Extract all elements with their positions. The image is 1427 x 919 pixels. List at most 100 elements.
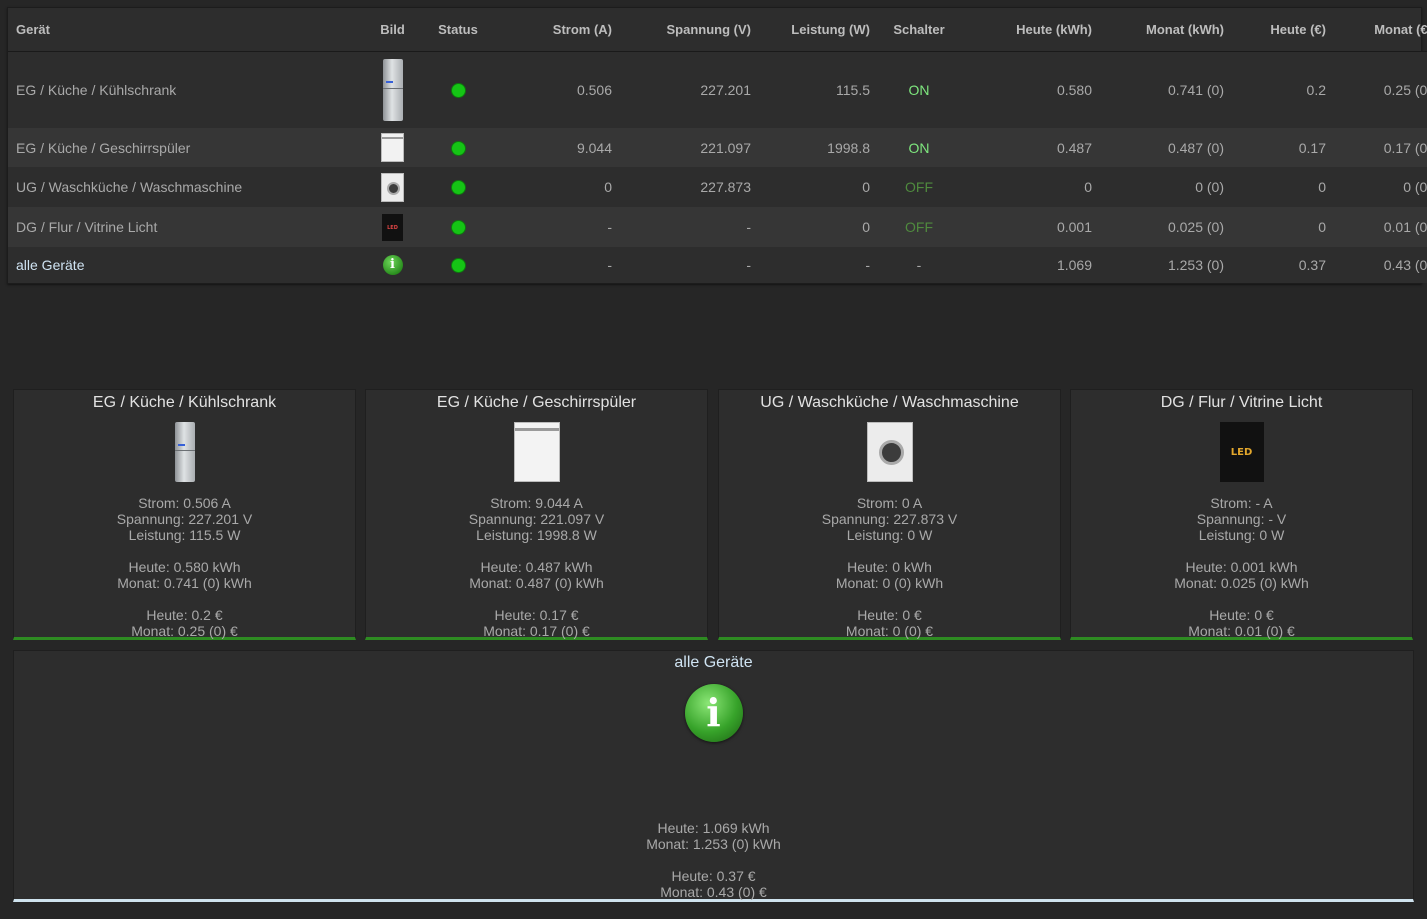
card-spannung: Spannung: - V: [1196, 511, 1287, 527]
table-row[interactable]: UG / Waschküche / Waschmaschine 0 227.87…: [8, 167, 1427, 207]
switch-toggle[interactable]: ON: [878, 51, 960, 128]
card-monat-kwh: Monat: 0.025 (0) kWh: [1174, 575, 1309, 591]
card-monat-eur: Monat: 0.43 (0) €: [660, 884, 767, 900]
leistung-value: -: [759, 247, 878, 283]
switch-toggle[interactable]: ON: [878, 128, 960, 167]
monat-kwh-value: 0 (0): [1100, 167, 1232, 207]
card-leistung: Leistung: 115.5 W: [128, 527, 241, 543]
monat-eur-value: 0.01 (0): [1334, 207, 1427, 247]
device-table: Gerät Bild Status Strom (A) Spannung (V)…: [8, 8, 1427, 283]
heute-eur-value: 0.2: [1232, 51, 1334, 128]
card-strom: Strom: 9.044 A: [490, 495, 583, 511]
dishwasher-image: [513, 422, 560, 482]
monat-eur-value: 0.25 (0): [1334, 51, 1427, 128]
card-heute-eur: Heute: 0.2 €: [146, 607, 223, 623]
card-leistung: Leistung: 1998.8 W: [476, 527, 597, 543]
card-monat-eur: Monat: 0.25 (0) €: [131, 623, 238, 639]
col-header-strom[interactable]: Strom (A): [495, 8, 620, 52]
strom-value: 9.044: [495, 128, 620, 167]
fridge-image: [382, 59, 403, 121]
status-indicator: [450, 83, 466, 99]
col-header-heute-eur[interactable]: Heute (€): [1232, 8, 1334, 52]
card-monat-eur: Monat: 0.17 (0) €: [483, 623, 590, 639]
card-heute-kwh: Heute: 1.069 kWh: [657, 820, 770, 836]
card-monat-kwh: Monat: 0.487 (0) kWh: [469, 575, 604, 591]
dishwasher-image: [381, 133, 404, 162]
info-icon: i: [684, 684, 743, 742]
col-header-geraet[interactable]: Gerät: [8, 8, 364, 52]
device-name: EG / Küche / Kühlschrank: [8, 51, 364, 128]
info-icon: i: [382, 255, 403, 275]
heute-kwh-value: 0.487: [960, 128, 1100, 167]
fridge-image: [174, 422, 195, 482]
device-card-waschmaschine[interactable]: UG / Waschküche / Waschmaschine Strom: 0…: [718, 389, 1061, 640]
table-row-total[interactable]: alle Geräte i - - - - 1.069 1.253 (0) 0.…: [8, 247, 1427, 283]
spannung-value: -: [620, 207, 759, 247]
device-card-geschirrspueler[interactable]: EG / Küche / Geschirrspüler Strom: 9.044…: [365, 389, 708, 640]
heute-kwh-value: 1.069: [960, 247, 1100, 283]
device-card-kuehlschrank[interactable]: EG / Küche / Kühlschrank Strom: 0.506 A …: [13, 389, 356, 640]
strom-value: 0.506: [495, 51, 620, 128]
status-indicator: [450, 258, 466, 274]
device-name: DG / Flur / Vitrine Licht: [8, 207, 364, 247]
monat-eur-value: 0 (0): [1334, 167, 1427, 207]
col-header-status[interactable]: Status: [421, 8, 495, 52]
leistung-value: 1998.8: [759, 128, 878, 167]
device-name[interactable]: alle Geräte: [8, 247, 364, 283]
col-header-bild[interactable]: Bild: [364, 8, 421, 52]
card-spannung: Spannung: 227.873 V: [821, 511, 958, 527]
heute-kwh-value: 0.580: [960, 51, 1100, 128]
monat-kwh-value: 0.487 (0): [1100, 128, 1232, 167]
spannung-value: 227.201: [620, 51, 759, 128]
card-spannung: Spannung: 227.201 V: [116, 511, 253, 527]
status-indicator: [450, 220, 466, 236]
switch-toggle[interactable]: OFF: [878, 167, 960, 207]
all-devices-card[interactable]: alle Geräte i Heute: 1.069 kWh Monat: 1.…: [13, 650, 1414, 902]
monat-kwh-value: 0.025 (0): [1100, 207, 1232, 247]
col-header-monat-eur[interactable]: Monat (€): [1334, 8, 1427, 52]
heute-kwh-value: 0.001: [960, 207, 1100, 247]
card-strom: Strom: 0.506 A: [138, 495, 231, 511]
card-monat-kwh: Monat: 0.741 (0) kWh: [117, 575, 252, 591]
heute-eur-value: 0: [1232, 167, 1334, 207]
card-monat-kwh: Monat: 1.253 (0) kWh: [646, 836, 781, 852]
washing-machine-image: [381, 172, 404, 202]
table-row[interactable]: DG / Flur / Vitrine Licht LED - - 0 OFF …: [8, 207, 1427, 247]
card-heute-eur: Heute: 0.37 €: [671, 868, 756, 884]
col-header-schalter[interactable]: Schalter: [878, 8, 960, 52]
status-indicator: [450, 140, 466, 156]
card-heute-kwh: Heute: 0.580 kWh: [128, 559, 241, 575]
led-image: LED: [1219, 422, 1264, 482]
strom-value: 0: [495, 167, 620, 207]
table-row[interactable]: EG / Küche / Geschirrspüler 9.044 221.09…: [8, 128, 1427, 167]
col-header-heute-kwh[interactable]: Heute (kWh): [960, 8, 1100, 52]
table-header-row: Gerät Bild Status Strom (A) Spannung (V)…: [8, 8, 1427, 52]
device-card-vitrine-licht[interactable]: DG / Flur / Vitrine Licht LED Strom: - A…: [1070, 389, 1413, 640]
card-strom: Strom: - A: [1210, 495, 1273, 511]
card-heute-eur: Heute: 0.17 €: [494, 607, 579, 623]
monat-kwh-value: 0.741 (0): [1100, 51, 1232, 128]
card-heute-eur: Heute: 0 €: [857, 607, 922, 623]
card-heute-eur: Heute: 0 €: [1209, 607, 1274, 623]
heute-eur-value: 0.37: [1232, 247, 1334, 283]
card-heute-kwh: Heute: 0.001 kWh: [1185, 559, 1298, 575]
monat-eur-value: 0.17 (0): [1334, 128, 1427, 167]
leistung-value: 115.5: [759, 51, 878, 128]
strom-value: -: [495, 207, 620, 247]
switch-toggle[interactable]: OFF: [878, 207, 960, 247]
card-strom: Strom: 0 A: [856, 495, 923, 511]
switch-value: -: [878, 247, 960, 283]
card-title: EG / Küche / Kühlschrank: [92, 394, 277, 411]
card-heute-kwh: Heute: 0 kWh: [847, 559, 932, 575]
card-title: DG / Flur / Vitrine Licht: [1160, 394, 1323, 411]
col-header-spannung[interactable]: Spannung (V): [620, 8, 759, 52]
monat-eur-value: 0.43 (0): [1334, 247, 1427, 283]
card-heute-kwh: Heute: 0.487 kWh: [480, 559, 593, 575]
col-header-monat-kwh[interactable]: Monat (kWh): [1100, 8, 1232, 52]
col-header-leistung[interactable]: Leistung (W): [759, 8, 878, 52]
card-leistung: Leistung: 0 W: [1198, 527, 1285, 543]
spannung-value: 227.873: [620, 167, 759, 207]
table-row[interactable]: EG / Küche / Kühlschrank 0.506 227.201 1…: [8, 51, 1427, 128]
card-title: alle Geräte: [674, 654, 753, 671]
device-table-panel: Gerät Bild Status Strom (A) Spannung (V)…: [7, 7, 1427, 284]
